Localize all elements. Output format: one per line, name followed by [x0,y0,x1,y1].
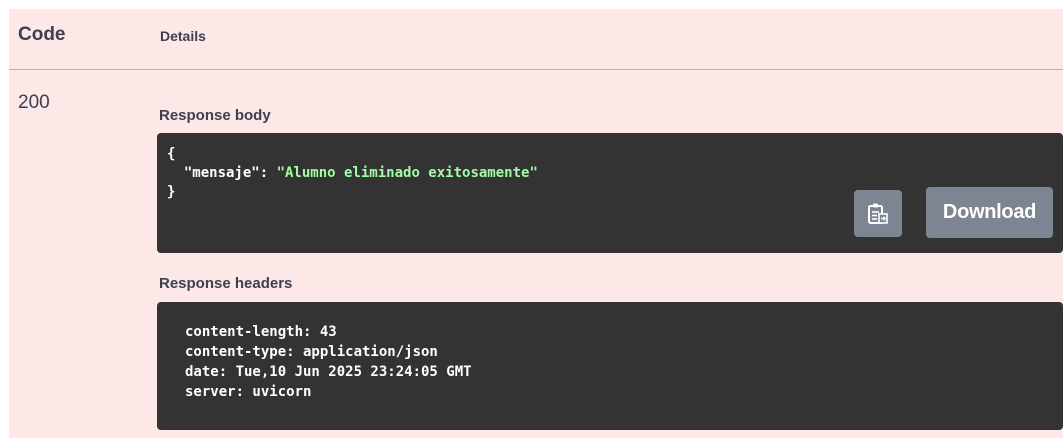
json-colon: : [259,165,277,181]
clipboard-copy-icon [868,203,888,224]
header-line: server: uvicorn [185,384,312,400]
copy-to-clipboard-button[interactable] [854,190,902,237]
response-headers-label: Response headers [159,275,293,292]
response-headers-block[interactable]: content-length: 43 content-type: applicat… [157,302,1063,430]
responses-panel: Code Details 200 Response body { "mensaj… [9,9,1063,438]
download-button[interactable]: Download [926,187,1053,238]
code-column-header: Code [18,24,66,45]
json-open-brace: { [167,146,176,162]
header-line: content-type: application/json [185,344,438,360]
json-value-mensaje: "Alumno eliminado exitosamente" [276,165,538,181]
response-body-label: Response body [159,107,271,124]
header-line: content-length: 43 [185,324,337,340]
details-column-header: Details [160,28,206,44]
header-line: date: Tue,10 Jun 2025 23:24:05 GMT [185,364,472,380]
responses-table-header: Code Details [9,9,1063,70]
response-status-code: 200 [18,92,50,113]
json-close-brace: } [167,184,176,200]
json-key-mensaje: "mensaje" [183,165,260,181]
